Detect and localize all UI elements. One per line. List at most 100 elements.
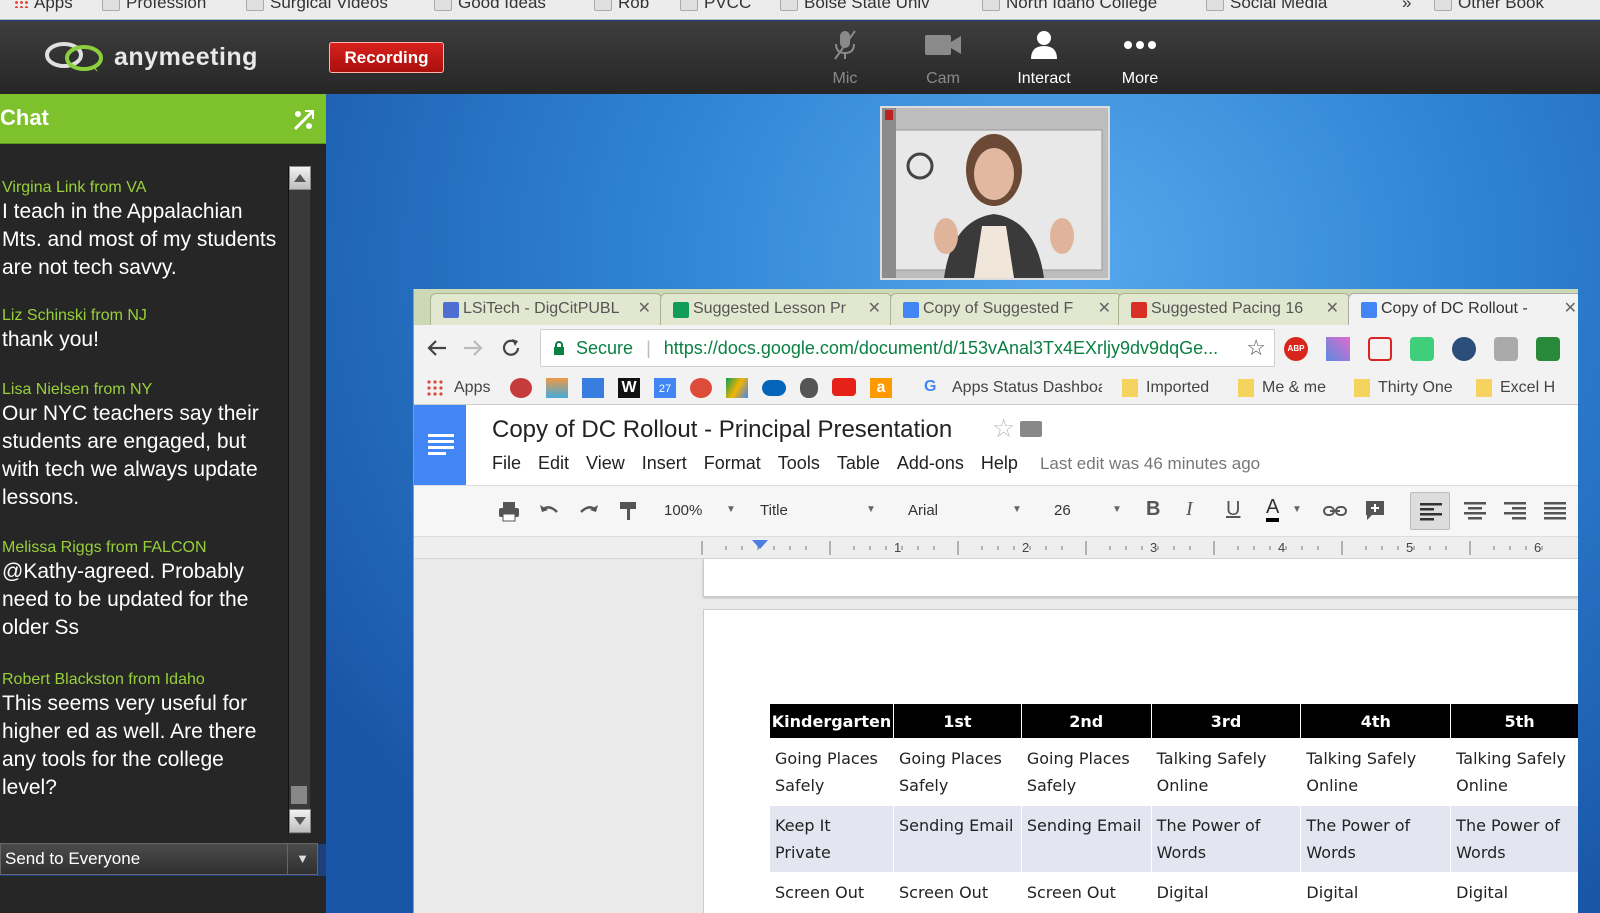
zoom-select[interactable]: 100%	[664, 502, 702, 519]
font-select[interactable]: Arial	[908, 502, 938, 519]
bookmark-apps[interactable]: Apps	[14, 0, 73, 13]
recording-button[interactable]: Recording	[329, 42, 444, 73]
table-cell[interactable]: Digital	[1150, 872, 1302, 913]
table-cell[interactable]: Going Places Safely	[892, 738, 1022, 806]
menu-tools[interactable]: Tools	[778, 453, 820, 473]
menu-edit[interactable]: Edit	[538, 453, 569, 473]
add-comment-icon[interactable]	[1364, 499, 1386, 521]
menu-view[interactable]: View	[586, 453, 625, 473]
undo-icon[interactable]	[538, 500, 560, 522]
table-cell[interactable]: Sending Email	[892, 805, 1022, 873]
last-edit-label[interactable]: Last edit was 46 minutes ago	[1040, 454, 1260, 473]
brain-icon[interactable]	[510, 378, 532, 398]
link-icon[interactable]	[1322, 501, 1348, 521]
bookmark-profession[interactable]: Profession	[102, 0, 206, 13]
redo-icon[interactable]	[578, 500, 600, 522]
menu-insert[interactable]: Insert	[642, 453, 687, 473]
table-cell[interactable]: Screen Out	[769, 872, 894, 913]
scroll-up-button[interactable]	[289, 166, 311, 190]
extension-icon[interactable]	[1536, 337, 1560, 361]
table-cell[interactable]: Going Places Safely	[1020, 738, 1152, 806]
menu-file[interactable]: File	[492, 453, 521, 473]
table-cell[interactable]: Going Places Safely	[769, 738, 894, 806]
close-tab-icon[interactable]: ✕	[1326, 294, 1339, 324]
close-tab-icon[interactable]: ✕	[868, 294, 881, 324]
bookmark-imported[interactable]: Imported	[1146, 379, 1209, 397]
doc-page-previous[interactable]	[703, 559, 1578, 597]
tab-suggested-lesson[interactable]: Suggested Lesson Pr ✕	[660, 293, 892, 325]
menu-help[interactable]: Help	[981, 453, 1018, 473]
cam-button[interactable]: Cam	[903, 29, 983, 89]
table-header[interactable]: 4th	[1300, 703, 1452, 739]
table-cell[interactable]: Talking Safely Online	[1300, 738, 1452, 806]
rainbow-icon[interactable]	[546, 378, 568, 398]
bookmark-excel[interactable]: Excel H	[1500, 379, 1555, 397]
paint-format-icon[interactable]	[618, 500, 640, 522]
interact-button[interactable]: Interact	[1004, 29, 1084, 89]
align-right-icon[interactable]	[1504, 501, 1526, 521]
calendar-icon[interactable]: 27	[654, 378, 676, 398]
text-color-icon[interactable]: A	[1266, 496, 1280, 522]
chat-input-area[interactable]	[0, 876, 326, 913]
table-header[interactable]: 2nd	[1020, 703, 1152, 739]
table-cell[interactable]: Screen Out	[892, 872, 1022, 913]
table-cell[interactable]: The Power of Words	[1300, 805, 1452, 873]
bookmark-apps[interactable]: Apps	[454, 379, 490, 397]
table-header[interactable]: 1st	[892, 703, 1022, 739]
bookmark-other[interactable]: Other Book	[1434, 0, 1544, 13]
more-button[interactable]: More	[1100, 29, 1180, 89]
italic-icon[interactable]: I	[1186, 498, 1193, 521]
bookmark-north-idaho[interactable]: North Idaho College	[982, 0, 1157, 13]
grade-lessons-table[interactable]: Kindergarten 1st 2nd 3rd 4th 5th Going P…	[769, 703, 1578, 913]
chat-popout-icon[interactable]	[292, 108, 316, 132]
underline-icon[interactable]: U	[1226, 498, 1240, 521]
bookmark-social-media[interactable]: Social Media	[1206, 0, 1327, 13]
chat-messages[interactable]: Virgina Link from VA I teach in the Appa…	[0, 144, 326, 844]
send-to-select[interactable]: Send to Everyone ▼	[0, 843, 318, 875]
table-cell[interactable]: Sending Email	[1020, 805, 1152, 873]
table-header[interactable]: 5th	[1450, 703, 1578, 739]
mic-button[interactable]: Mic	[805, 29, 885, 89]
scroll-down-button[interactable]	[289, 809, 311, 833]
tab-lsitech[interactable]: LSiTech - DigCitPUBL ✕	[430, 293, 662, 325]
table-cell[interactable]: Talking Safely Online	[1450, 738, 1578, 806]
ruler[interactable]: 1 2 3 4 5 6	[414, 537, 1578, 559]
print-icon[interactable]	[498, 500, 520, 522]
scroll-thumb[interactable]	[291, 786, 307, 804]
table-cell[interactable]: Digital	[1300, 872, 1452, 913]
table-header[interactable]: 3rd	[1150, 703, 1302, 739]
amazon-icon[interactable]: a	[870, 378, 892, 398]
bookmark-boise-state[interactable]: Boise State Univ	[780, 0, 930, 13]
reload-icon[interactable]	[500, 337, 522, 359]
apple-icon[interactable]	[800, 378, 818, 398]
url-field[interactable]: Secure | https://docs.google.com/documen…	[540, 329, 1275, 367]
table-cell[interactable]: Screen Out	[1020, 872, 1152, 913]
table-cell[interactable]: Keep It Private	[769, 805, 894, 873]
table-cell[interactable]: Talking Safely Online	[1150, 738, 1302, 806]
google-plus-icon[interactable]	[690, 378, 712, 398]
style-select[interactable]: Title	[760, 502, 788, 519]
docs-home-icon[interactable]	[414, 405, 466, 485]
wikipedia-icon[interactable]: W	[618, 378, 640, 398]
table-cell[interactable]: Digital	[1450, 872, 1578, 913]
menu-format[interactable]: Format	[704, 453, 761, 473]
align-left-button[interactable]	[1410, 492, 1450, 530]
doc-title[interactable]: Copy of DC Rollout - Principal Presentat…	[492, 416, 952, 444]
bookmark-surgical-videos[interactable]: Surgical Videos	[246, 0, 388, 13]
close-tab-icon[interactable]: ✕	[1098, 294, 1111, 324]
bookmark-thirty-one[interactable]: Thirty One	[1378, 379, 1453, 397]
bold-icon[interactable]: B	[1146, 498, 1160, 521]
adblock-icon[interactable]: ABP	[1284, 337, 1308, 361]
back-icon[interactable]	[426, 338, 448, 358]
bookmark-pvcc[interactable]: PVCC	[680, 0, 751, 13]
bookmark-rob[interactable]: Rob	[594, 0, 649, 13]
close-tab-icon[interactable]: ✕	[1564, 294, 1577, 324]
close-tab-icon[interactable]: ✕	[638, 294, 651, 324]
bookmarks-overflow[interactable]: »	[1402, 0, 1411, 13]
bookmark-me-and-me[interactable]: Me & me	[1262, 379, 1326, 397]
extension-icon[interactable]	[1452, 337, 1476, 361]
extension-icon[interactable]	[1326, 337, 1350, 361]
menu-table[interactable]: Table	[837, 453, 880, 473]
star-icon[interactable]: ☆	[992, 413, 1015, 444]
align-center-icon[interactable]	[1464, 501, 1486, 521]
